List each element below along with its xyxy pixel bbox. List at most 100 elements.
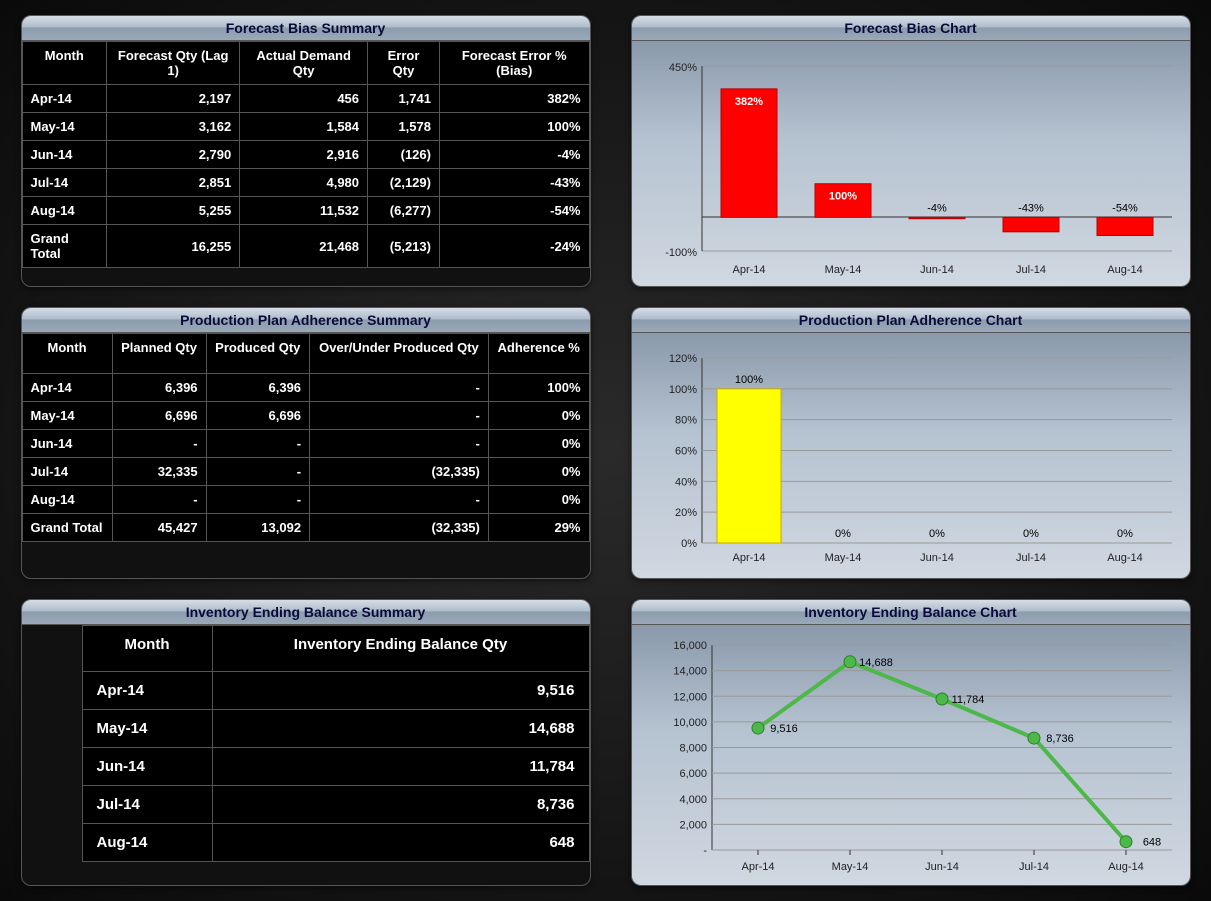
x-tick-label: Apr-14 bbox=[741, 861, 774, 873]
y-tick-label: 12,000 bbox=[673, 691, 707, 703]
cell: 648 bbox=[212, 824, 589, 862]
y-tick-label: 6,000 bbox=[679, 768, 707, 780]
cell: Aug-14 bbox=[22, 486, 112, 514]
data-label: 0% bbox=[1117, 528, 1133, 540]
cell: 6,396 bbox=[206, 374, 310, 402]
cell: Jul-14 bbox=[22, 458, 112, 486]
table-row: Aug-14648 bbox=[82, 824, 589, 862]
table-row: Jul-142,8514,980(2,129)-43% bbox=[22, 169, 589, 197]
col-error-qty: Error Qty bbox=[368, 42, 440, 85]
panel-title: Forecast Bias Chart bbox=[632, 16, 1190, 41]
cell: Jun-14 bbox=[82, 748, 212, 786]
data-point bbox=[936, 693, 948, 705]
col-forecast-qty: Forecast Qty (Lag 1) bbox=[107, 42, 240, 85]
bar bbox=[717, 389, 781, 543]
data-point bbox=[1120, 836, 1132, 848]
panel-title: Inventory Ending Balance Summary bbox=[22, 600, 590, 625]
cell: 8,736 bbox=[212, 786, 589, 824]
forecast-bias-chart-panel: Forecast Bias Chart 450% -100% 382%100%-… bbox=[631, 15, 1191, 287]
cell: (2,129) bbox=[368, 169, 440, 197]
inventory-balance-summary-panel: Inventory Ending Balance Summary Month I… bbox=[21, 599, 591, 886]
cell: 6,696 bbox=[206, 402, 310, 430]
cell: -4% bbox=[439, 141, 589, 169]
cell: 14,688 bbox=[212, 710, 589, 748]
inventory-balance-chart-panel: Inventory Ending Balance Chart 16,00014,… bbox=[631, 599, 1191, 886]
col-produced-qty: Produced Qty bbox=[206, 334, 310, 374]
cell: 0% bbox=[488, 402, 589, 430]
x-tick-label: Apr-14 bbox=[732, 552, 765, 564]
col-month: Month bbox=[22, 42, 107, 85]
cell: 0% bbox=[488, 486, 589, 514]
y-tick-label: 80% bbox=[674, 415, 696, 427]
cell: (32,335) bbox=[310, 514, 489, 542]
cell: - bbox=[206, 458, 310, 486]
y-tick-label: 4,000 bbox=[679, 794, 707, 806]
y-tick-label: -100% bbox=[665, 247, 697, 259]
cell: - bbox=[310, 486, 489, 514]
bar bbox=[1097, 217, 1153, 235]
y-tick-label: 40% bbox=[674, 476, 696, 488]
inventory-balance-chart: 16,00014,00012,00010,0008,0006,0004,0002… bbox=[632, 625, 1190, 885]
cell: 32,335 bbox=[112, 458, 206, 486]
x-tick-label: Apr-14 bbox=[732, 264, 765, 276]
cell: Jun-14 bbox=[22, 141, 107, 169]
y-tick-label: - bbox=[703, 845, 707, 857]
table-row: Apr-149,516 bbox=[82, 672, 589, 710]
data-label: 100% bbox=[828, 191, 856, 203]
x-tick-label: Jul-14 bbox=[1016, 264, 1046, 276]
data-label: 0% bbox=[929, 528, 945, 540]
cell: (32,335) bbox=[310, 458, 489, 486]
y-tick-label: 0% bbox=[681, 538, 697, 550]
cell: (5,213) bbox=[368, 225, 440, 268]
cell: 3,162 bbox=[107, 113, 240, 141]
table-row: May-143,1621,5841,578100% bbox=[22, 113, 589, 141]
table-row: Jul-148,736 bbox=[82, 786, 589, 824]
table-row: Jul-1432,335-(32,335)0% bbox=[22, 458, 589, 486]
data-point bbox=[752, 722, 764, 734]
data-label: 14,688 bbox=[859, 657, 893, 669]
cell: 2,916 bbox=[240, 141, 368, 169]
data-label: -43% bbox=[1018, 202, 1044, 214]
x-tick-label: Jul-14 bbox=[1019, 861, 1049, 873]
y-tick-label: 16,000 bbox=[673, 640, 707, 652]
panel-title: Forecast Bias Summary bbox=[22, 16, 590, 41]
cell: Apr-14 bbox=[22, 374, 112, 402]
bar bbox=[1003, 217, 1059, 231]
data-label: -54% bbox=[1112, 202, 1138, 214]
data-label: 8,736 bbox=[1046, 733, 1074, 745]
data-label: 0% bbox=[1023, 528, 1039, 540]
cell: - bbox=[310, 374, 489, 402]
y-tick-label: 2,000 bbox=[679, 819, 707, 831]
x-tick-label: Jun-14 bbox=[920, 552, 954, 564]
cell: 1,578 bbox=[368, 113, 440, 141]
cell: 1,584 bbox=[240, 113, 368, 141]
cell: (126) bbox=[368, 141, 440, 169]
cell: May-14 bbox=[82, 710, 212, 748]
production-adherence-table: Month Planned Qty Produced Qty Over/Unde… bbox=[22, 333, 590, 542]
bar bbox=[909, 217, 965, 218]
data-label: 100% bbox=[734, 374, 762, 386]
col-actual-demand: Actual Demand Qty bbox=[240, 42, 368, 85]
cell: 2,790 bbox=[107, 141, 240, 169]
data-label: 11,784 bbox=[951, 694, 984, 706]
col-month: Month bbox=[22, 334, 112, 374]
cell: 6,396 bbox=[112, 374, 206, 402]
cell: - bbox=[310, 430, 489, 458]
table-row: May-146,6966,696-0% bbox=[22, 402, 589, 430]
table-row: Jun-1411,784 bbox=[82, 748, 589, 786]
table-row-total: Grand Total45,42713,092(32,335)29% bbox=[22, 514, 589, 542]
y-tick-label: 60% bbox=[674, 446, 696, 458]
col-over-under: Over/Under Produced Qty bbox=[310, 334, 489, 374]
data-label: 0% bbox=[835, 528, 851, 540]
cell: - bbox=[112, 430, 206, 458]
cell: 11,532 bbox=[240, 197, 368, 225]
cell: May-14 bbox=[22, 113, 107, 141]
cell: 382% bbox=[439, 85, 589, 113]
table-row: Jun-14---0% bbox=[22, 430, 589, 458]
x-tick-label: Aug-14 bbox=[1107, 552, 1142, 564]
y-tick-label: 14,000 bbox=[673, 666, 707, 678]
data-point bbox=[844, 656, 856, 668]
y-tick-label: 100% bbox=[668, 384, 696, 396]
y-tick-label: 450% bbox=[668, 62, 696, 74]
cell: 0% bbox=[488, 458, 589, 486]
